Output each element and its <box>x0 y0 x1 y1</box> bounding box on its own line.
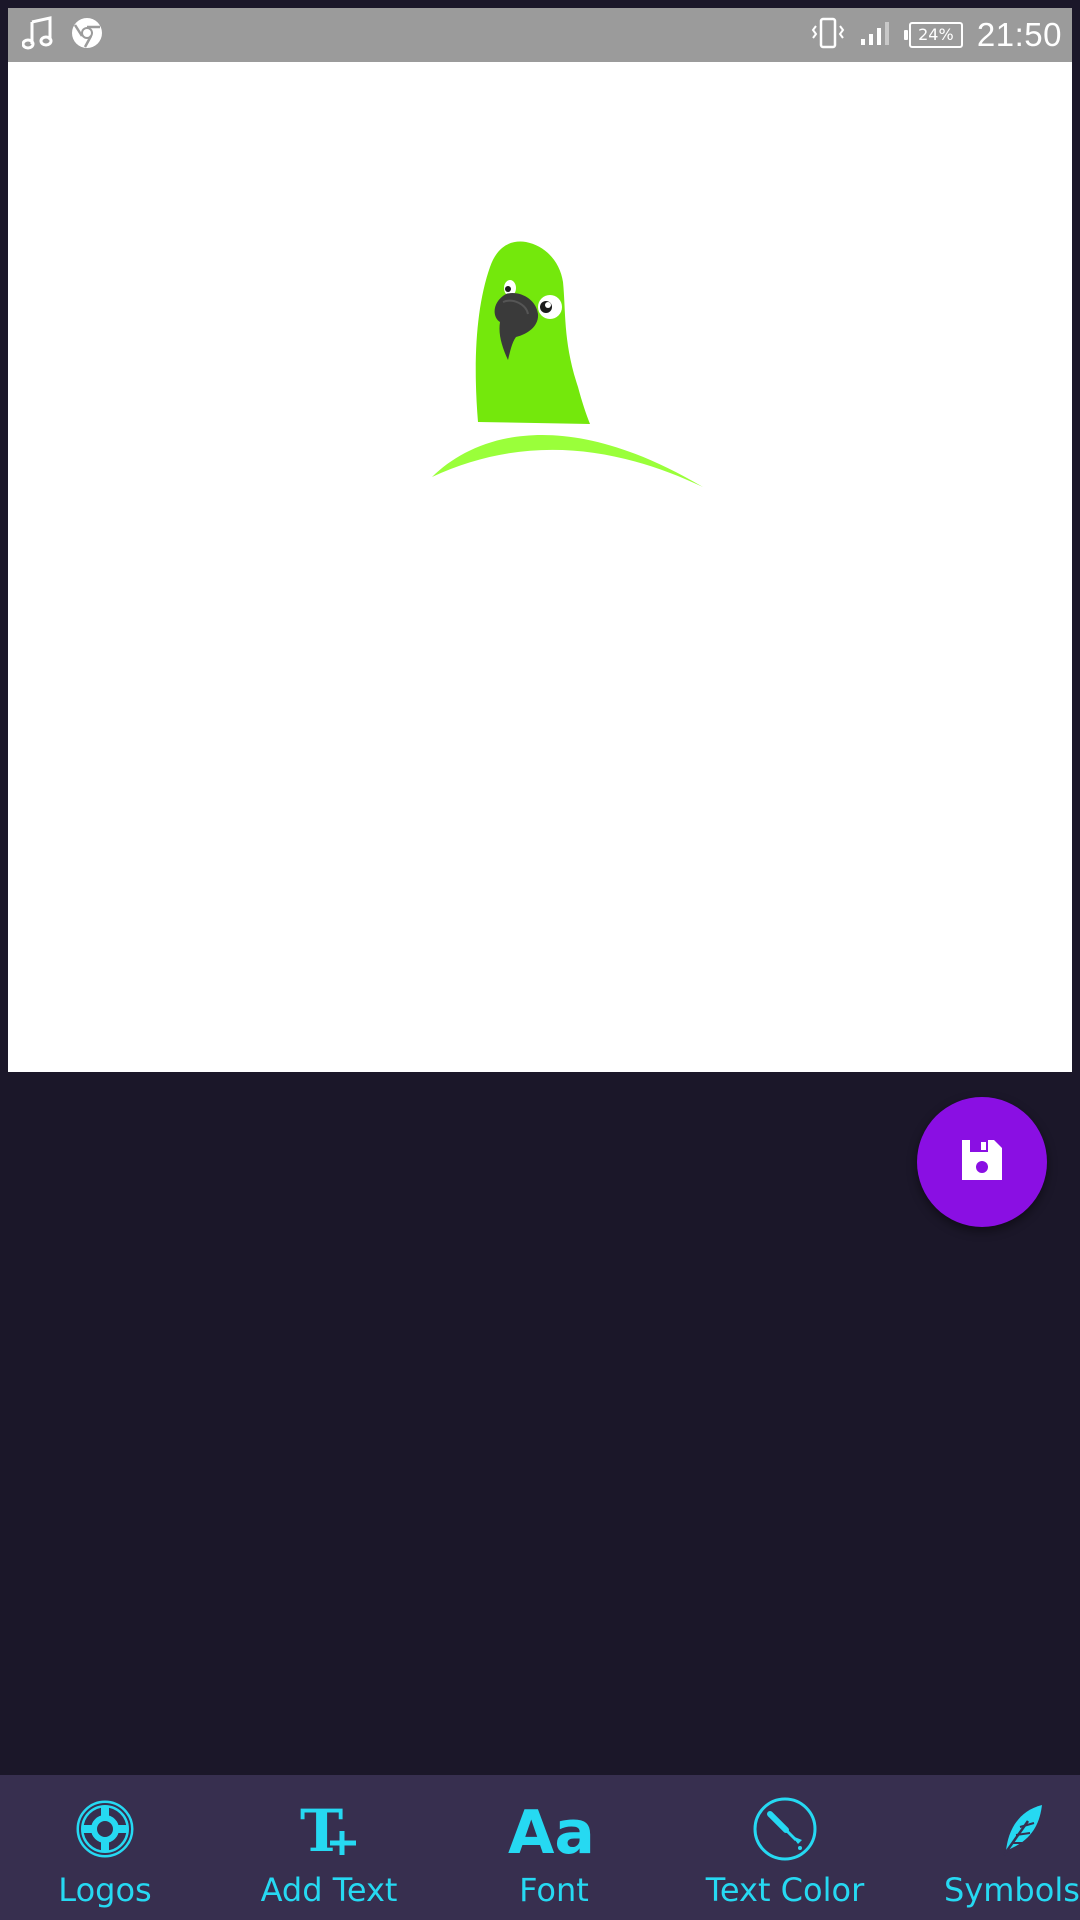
toolbar-item-logos[interactable]: Logos <box>40 1775 170 1920</box>
battery-icon: 24% <box>903 22 963 48</box>
font-icon: Aa <box>508 1793 600 1865</box>
save-button[interactable] <box>917 1097 1047 1227</box>
status-time: 21:50 <box>976 16 1062 53</box>
feather-icon <box>1000 1793 1046 1865</box>
save-icon <box>958 1136 1006 1188</box>
vibrate-icon <box>811 17 845 53</box>
toolbar-item-symbols[interactable]: Symbols <box>944 1775 1080 1920</box>
eyedropper-icon <box>752 1793 818 1865</box>
status-left-icons <box>21 16 104 54</box>
bottom-toolbar: Logos T Add Text Aa Font Text Color Symb… <box>0 1775 1080 1920</box>
status-right-icons: 24% 21:50 <box>811 8 1062 62</box>
toolbar-item-text-color[interactable]: Text Color <box>700 1775 870 1920</box>
toolbar-label-symbols: Symbols <box>944 1871 1080 1909</box>
design-canvas[interactable] <box>8 62 1072 1072</box>
toolbar-label-text-color: Text Color <box>705 1871 865 1909</box>
toolbar-label-logos: Logos <box>58 1871 152 1909</box>
svg-text:T: T <box>300 1799 343 1859</box>
svg-text:Aa: Aa <box>508 1799 595 1859</box>
toolbar-item-font[interactable]: Aa Font <box>500 1775 608 1920</box>
music-note-icon <box>21 16 54 54</box>
toolbar-label-font: Font <box>519 1871 589 1909</box>
lifebuoy-icon <box>75 1793 135 1865</box>
app-root: 24% 21:50 Logos T Add Text Aa Font Text … <box>0 0 1080 1920</box>
chrome-icon <box>70 16 104 54</box>
toolbar-item-add-text[interactable]: T Add Text <box>250 1775 408 1920</box>
status-bar: 24% 21:50 <box>8 8 1072 62</box>
battery-percent: 24% <box>918 25 954 44</box>
parrot-logo[interactable] <box>418 222 718 502</box>
text-add-icon: T <box>298 1793 360 1865</box>
signal-icon <box>859 19 895 51</box>
toolbar-label-add-text: Add Text <box>260 1871 398 1909</box>
